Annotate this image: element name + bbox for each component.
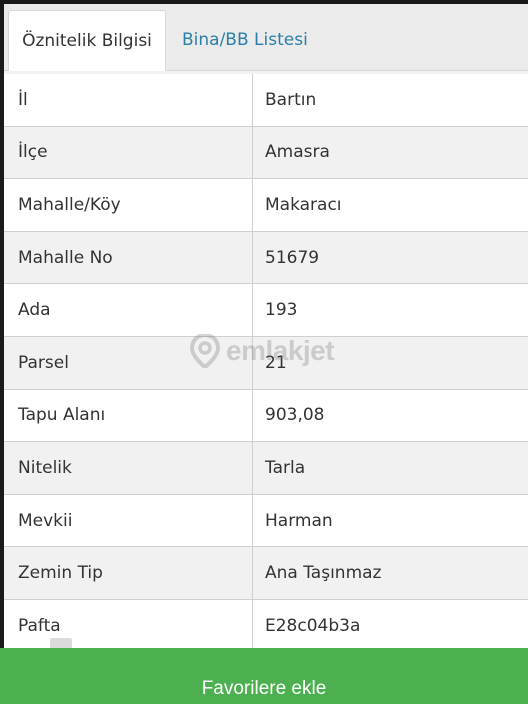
table-row: Mahalle No 51679 (4, 231, 528, 285)
row-value: Harman (265, 510, 333, 531)
row-label: İl (4, 74, 253, 126)
tab-bar: Öznitelik Bilgisi Bina/BB Listesi (4, 4, 528, 71)
row-label: Nitelik (4, 442, 253, 494)
table-row: Nitelik Tarla (4, 442, 528, 495)
table-row: Zemin Tip Ana Taşınmaz (4, 547, 528, 600)
row-label: Pafta (4, 599, 253, 652)
row-value: 903,08 (265, 405, 325, 426)
table-row: Pafta E28c04b3a (4, 599, 528, 653)
row-label: Mevkii (4, 494, 253, 547)
row-label: Mahalle/Köy (4, 179, 253, 231)
tab-building-list[interactable]: Bina/BB Listesi (172, 10, 332, 71)
table-row: Ada 193 (4, 284, 528, 337)
table-row: Mahalle/Köy Makaracı (4, 179, 528, 232)
row-value: Amasra (265, 142, 330, 163)
row-label: Zemin Tip (4, 547, 253, 599)
row-label: Tapu Alanı (4, 389, 253, 442)
table-row: Tapu Alanı 903,08 (4, 389, 528, 443)
tab-attribute-info[interactable]: Öznitelik Bilgisi (8, 10, 166, 71)
table-row: Parsel 21 (4, 336, 528, 390)
row-label: İlçe (4, 126, 253, 179)
attribute-table: İl Bartın İlçe Amasra Mahalle/Köy Makara… (4, 74, 528, 653)
table-row: İlçe Amasra (4, 126, 528, 180)
row-value: Tarla (265, 457, 306, 478)
add-to-favorites-button[interactable]: Favorilere ekle (0, 648, 528, 704)
row-value: Bartın (265, 89, 317, 110)
row-value: Makaracı (265, 194, 342, 215)
row-value: E28c04b3a (265, 615, 361, 636)
parcel-info-panel: Öznitelik Bilgisi Bina/BB Listesi İl Bar… (4, 4, 528, 704)
row-label: Ada (4, 284, 253, 336)
row-value: 193 (265, 300, 298, 321)
table-row: Mevkii Harman (4, 494, 528, 548)
row-value: Ana Taşınmaz (265, 563, 382, 584)
row-label: Parsel (4, 336, 253, 389)
row-value: 51679 (265, 247, 320, 268)
row-value: 21 (265, 352, 287, 373)
table-row: İl Bartın (4, 74, 528, 127)
row-label: Mahalle No (4, 231, 253, 284)
